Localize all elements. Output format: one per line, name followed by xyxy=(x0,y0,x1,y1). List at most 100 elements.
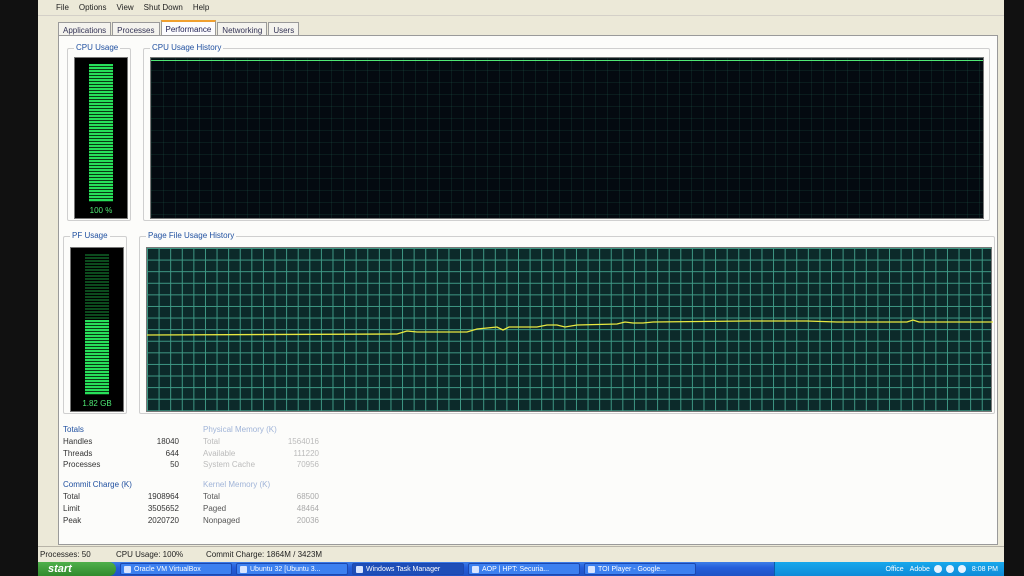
commit-limit-label: Limit xyxy=(63,504,80,513)
kernel-row-nonpaged: Nonpaged 20036 xyxy=(203,516,319,525)
cpu-usage-label: CPU Usage xyxy=(74,43,121,52)
tab-networking[interactable]: Networking xyxy=(217,22,268,36)
tray-clock[interactable]: 8:08 PM xyxy=(972,566,998,573)
tab-processes[interactable]: Processes xyxy=(112,22,160,36)
totals-row-threads: Threads 644 xyxy=(63,449,179,458)
taskbar-item-virtualbox[interactable]: Oracle VM VirtualBox xyxy=(120,563,232,575)
taskbar-item-label: Windows Task Manager xyxy=(366,565,441,573)
task-manager-window: File Options View Shut Down Help Applica… xyxy=(38,0,1004,576)
pf-history-group: Page File Usage History xyxy=(139,231,995,414)
kernel-nonpaged-value: 20036 xyxy=(296,516,319,525)
cpu-history-group: CPU Usage History xyxy=(143,43,990,221)
virtualbox-icon xyxy=(240,565,247,573)
threads-value: 644 xyxy=(165,449,179,458)
commit-row-limit: Limit 3505652 xyxy=(63,504,179,513)
pf-history-graph xyxy=(146,247,993,412)
virtualbox-icon xyxy=(124,565,131,573)
system-cache-label: System Cache xyxy=(203,460,256,469)
pf-usage-meter: 1.82 GB xyxy=(70,247,124,412)
system-tray: Office Adobe 8:08 PM xyxy=(774,562,1004,576)
taskbar-item-label: Ubuntu 32 [Ubuntu 3... xyxy=(250,565,321,573)
taskbar-item-task-manager[interactable]: Windows Task Manager xyxy=(352,563,464,575)
taskbar-item-label: Oracle VM VirtualBox xyxy=(134,565,201,573)
tray-office[interactable]: Office xyxy=(886,566,904,573)
kernel-nonpaged-label: Nonpaged xyxy=(203,516,240,525)
network-icon[interactable] xyxy=(933,565,942,573)
threads-label: Threads xyxy=(63,449,93,458)
cpu-usage-value: 100 % xyxy=(89,206,113,215)
security-icon[interactable] xyxy=(957,565,966,573)
menu-help[interactable]: Help xyxy=(193,3,209,12)
task-manager-icon xyxy=(356,565,363,573)
kernel-memory-title: Kernel Memory (K) xyxy=(203,480,271,489)
physical-total-value: 1564016 xyxy=(287,437,319,446)
browser-icon xyxy=(472,565,479,573)
cpu-usage-meter: 100 % xyxy=(74,57,128,219)
menu-file[interactable]: File xyxy=(56,3,69,12)
status-cpu-usage: CPU Usage: 100% xyxy=(116,549,184,559)
pf-usage-label: PF Usage xyxy=(70,231,110,240)
taskbar-item-label: AOP | HPT: Securia... xyxy=(482,565,550,573)
physical-available-value: 111220 xyxy=(293,449,319,458)
physical-row-total: Total 1564016 xyxy=(203,437,319,446)
taskbar-item-label: TOI Player - Google... xyxy=(598,565,666,573)
physical-row-system-cache: System Cache 70956 xyxy=(203,460,319,469)
commit-peak-value: 2020720 xyxy=(147,516,179,525)
tab-performance[interactable]: Performance xyxy=(160,20,217,36)
physical-row-available: Available 111220 xyxy=(203,449,319,458)
menu-options[interactable]: Options xyxy=(79,3,107,12)
cpu-history-graph xyxy=(150,57,984,219)
pf-history-label: Page File Usage History xyxy=(146,231,237,240)
kernel-row-total: Total 68500 xyxy=(203,492,319,501)
tab-users[interactable]: Users xyxy=(268,22,300,36)
commit-row-total: Total 1908964 xyxy=(63,492,179,501)
cpu-history-line xyxy=(151,60,983,61)
system-cache-value: 70956 xyxy=(296,460,319,469)
taskbar-item-ubuntu[interactable]: Ubuntu 32 [Ubuntu 3... xyxy=(236,563,348,575)
menu-bar: File Options View Shut Down Help xyxy=(38,0,1004,16)
start-button[interactable]: start xyxy=(38,562,116,576)
commit-total-label: Total xyxy=(63,492,80,501)
physical-available-label: Available xyxy=(203,449,236,458)
pf-usage-group: PF Usage 1.82 GB xyxy=(63,231,127,414)
status-processes: Processes: 50 xyxy=(40,549,91,559)
taskbar-item-aop[interactable]: AOP | HPT: Securia... xyxy=(468,563,580,575)
cpu-usage-group: CPU Usage 100 % xyxy=(67,43,131,221)
physical-total-label: Total xyxy=(203,437,220,446)
tab-applications[interactable]: Applications xyxy=(58,22,112,36)
volume-icon[interactable] xyxy=(945,565,954,573)
totals-title: Totals xyxy=(63,425,84,434)
menu-shut-down[interactable]: Shut Down xyxy=(144,3,183,12)
cpu-history-label: CPU Usage History xyxy=(150,43,224,52)
commit-row-peak: Peak 2020720 xyxy=(63,516,179,525)
status-bar: Processes: 50 CPU Usage: 100% Commit Cha… xyxy=(38,546,1004,561)
status-commit-charge: Commit Charge: 1864M / 3423M xyxy=(206,549,323,559)
handles-label: Handles xyxy=(63,437,93,446)
commit-charge-title: Commit Charge (K) xyxy=(63,480,132,489)
taskbar: start Oracle VM VirtualBox Ubuntu 32 [Ub… xyxy=(38,562,1004,576)
screen: File Options View Shut Down Help Applica… xyxy=(0,0,1024,576)
kernel-row-paged: Paged 48464 xyxy=(203,504,319,513)
menu-view[interactable]: View xyxy=(116,3,133,12)
cpu-meter-fill xyxy=(89,64,113,202)
pf-usage-value: 1.82 GB xyxy=(82,399,112,408)
tab-strip: Applications Processes Performance Netwo… xyxy=(58,20,300,36)
physical-memory-title: Physical Memory (K) xyxy=(203,425,277,434)
kernel-paged-value: 48464 xyxy=(296,504,319,513)
kernel-total-value: 68500 xyxy=(296,492,319,501)
pf-history-line xyxy=(147,319,993,336)
kernel-paged-label: Paged xyxy=(203,504,227,513)
processes-label: Processes xyxy=(63,460,101,469)
pf-meter-fill xyxy=(85,320,109,395)
commit-limit-value: 3505652 xyxy=(147,504,179,513)
taskbar-item-toi-player[interactable]: TOI Player - Google... xyxy=(584,563,696,575)
handles-value: 18040 xyxy=(156,437,179,446)
kernel-total-label: Total xyxy=(203,492,220,501)
processes-value: 50 xyxy=(170,460,179,469)
totals-row-handles: Handles 18040 xyxy=(63,437,179,446)
pf-history-chart xyxy=(147,319,993,336)
tray-adobe[interactable]: Adobe xyxy=(910,566,930,573)
commit-total-value: 1908964 xyxy=(147,492,179,501)
browser-icon xyxy=(588,565,595,573)
commit-peak-label: Peak xyxy=(63,516,82,525)
